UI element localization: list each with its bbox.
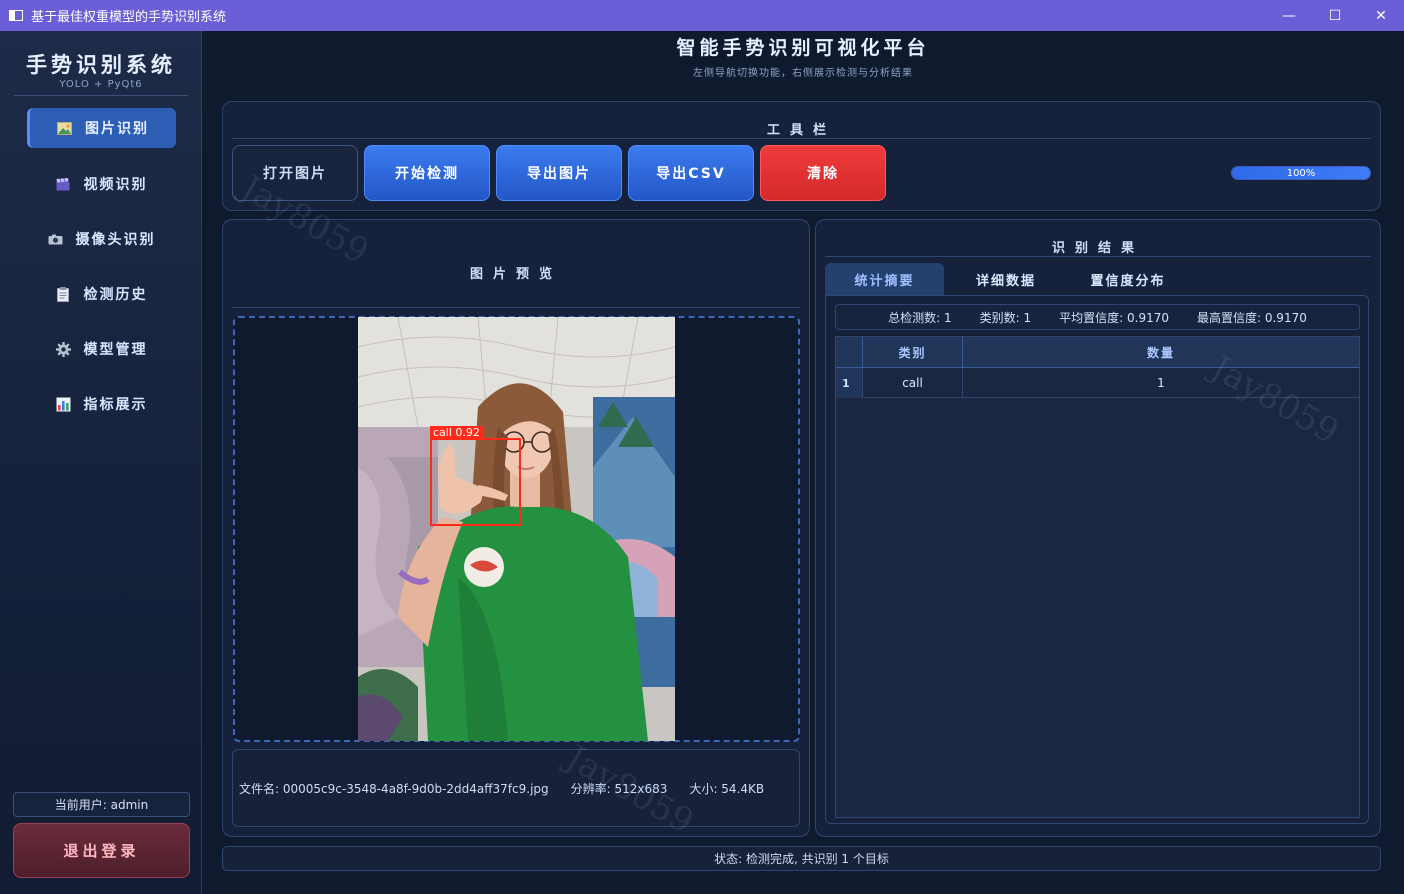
stat-classes: 类别数: 1 [979, 310, 1032, 325]
window-title: 基于最佳权重模型的手势识别系统 [31, 10, 227, 25]
results-divider [825, 256, 1371, 257]
sidebar-item-label: 指标展示 [83, 397, 148, 413]
preview-image [358, 317, 675, 741]
start-detect-button[interactable]: 开始检测 [364, 145, 490, 201]
sidebar-item-label: 图片识别 [85, 121, 149, 137]
bar-chart-icon [56, 397, 71, 412]
row-number: 1 [836, 368, 862, 398]
results-tabs: 统计摘要 详细数据 置信度分布 [825, 263, 1188, 295]
sidebar-item-video-detect[interactable]: 视频识别 [27, 164, 176, 204]
export-csv-button[interactable]: 导出CSV [628, 145, 754, 201]
current-user: 当前用户: admin [13, 792, 190, 817]
file-info: 文件名: 00005c9c-3548-4a8f-9d0b-2dd4aff37fc… [232, 749, 800, 827]
notepad-icon [56, 286, 71, 302]
clapper-icon [56, 177, 71, 192]
sidebar-item-label: 摄像头识别 [75, 232, 156, 248]
results-title: 识别结果 [1051, 241, 1144, 256]
tab-confidence[interactable]: 置信度分布 [1068, 263, 1188, 295]
column-header-class[interactable]: 类别 [862, 337, 962, 368]
detection-box [430, 438, 521, 526]
cell-count: 1 [962, 368, 1359, 398]
file-resolution: 分辨率: 512x683 [570, 781, 668, 796]
results-table: 类别 数量 call 1 1 [835, 336, 1360, 818]
cell-class: call [862, 368, 962, 398]
table-row[interactable]: call 1 [836, 368, 1359, 398]
table-header: 类别 数量 [836, 337, 1359, 368]
progress-text: 100% [1286, 167, 1316, 179]
toolbar-title: 工具栏 [766, 123, 836, 138]
page-subtitle: 左侧导航切换功能，右侧展示检测与分析结果 [693, 68, 913, 79]
sidebar-item-camera-detect[interactable]: 摄像头识别 [27, 219, 176, 259]
preview-divider [232, 307, 800, 308]
tab-details[interactable]: 详细数据 [944, 263, 1068, 295]
tab-summary[interactable]: 统计摘要 [825, 263, 944, 295]
sidebar-item-label: 检测历史 [83, 287, 148, 303]
detection-label: call 0.92 [430, 426, 483, 439]
stats-summary: 总检测数: 1 类别数: 1 平均置信度: 0.9170 最高置信度: 0.91… [835, 304, 1360, 330]
progress-bar: 100% [1231, 166, 1371, 180]
window-controls: — ☐ ✕ [1266, 0, 1404, 31]
close-button[interactable]: ✕ [1358, 0, 1404, 31]
sidebar-item-image-detect[interactable]: 图片识别 [27, 108, 176, 148]
app-title: 手势识别系统 [26, 52, 176, 77]
status-bar: 状态: 检测完成, 共识别 1 个目标 [222, 846, 1381, 871]
clear-button[interactable]: 清除 [760, 145, 886, 201]
gear-icon [55, 341, 71, 357]
app-subtitle: YOLO + PyQt6 [59, 79, 143, 90]
file-size: 大小: 54.4KB [689, 781, 765, 796]
logout-button[interactable]: 退出登录 [13, 823, 190, 878]
stat-max-conf: 最高置信度: 0.9170 [1197, 310, 1307, 325]
toolbar-divider [232, 138, 1371, 139]
sidebar-item-label: 模型管理 [83, 342, 148, 358]
column-header-count[interactable]: 数量 [962, 337, 1359, 368]
image-icon [57, 121, 72, 136]
window-titlebar: 基于最佳权重模型的手势识别系统 — ☐ ✕ [0, 0, 1404, 31]
file-name: 文件名: 00005c9c-3548-4a8f-9d0b-2dd4aff37fc… [239, 781, 549, 796]
open-image-button[interactable]: 打开图片 [232, 145, 358, 201]
page-title: 智能手势识别可视化平台 [676, 37, 930, 59]
app-icon [9, 10, 23, 21]
export-image-button[interactable]: 导出图片 [496, 145, 622, 201]
sidebar-item-metrics[interactable]: 指标展示 [27, 384, 176, 424]
minimize-button[interactable]: — [1266, 0, 1312, 31]
preview-title: 图片预览 [469, 267, 562, 282]
stat-avg-conf: 平均置信度: 0.9170 [1059, 310, 1169, 325]
camera-icon [48, 232, 63, 247]
stat-total: 总检测数: 1 [888, 310, 952, 325]
sidebar: 手势识别系统 YOLO + PyQt6 图片识别 视频识别 摄像头识别 检测历史… [0, 31, 202, 894]
sidebar-item-model-manage[interactable]: 模型管理 [27, 329, 176, 369]
maximize-button[interactable]: ☐ [1312, 0, 1358, 31]
sidebar-item-history[interactable]: 检测历史 [27, 274, 176, 314]
sidebar-item-label: 视频识别 [83, 177, 148, 193]
divider [14, 95, 188, 96]
